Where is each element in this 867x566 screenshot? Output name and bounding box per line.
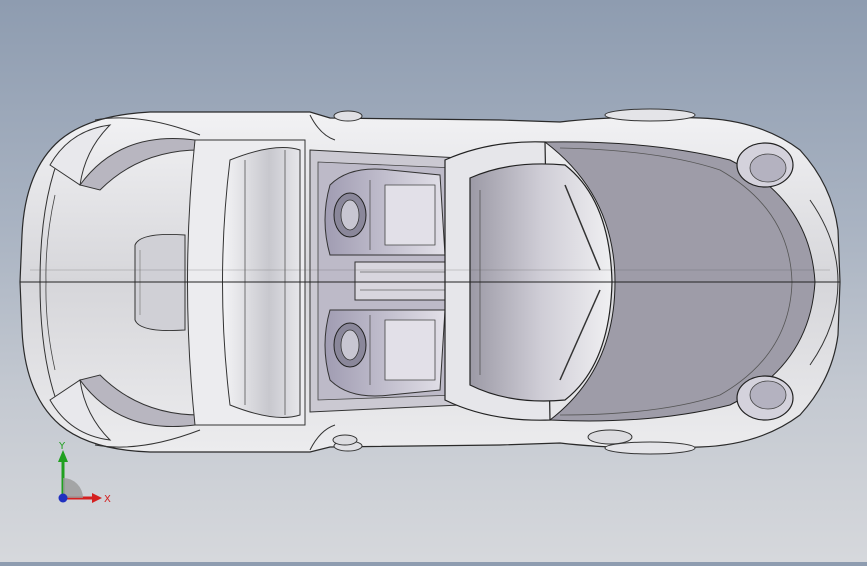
x-axis-label: X xyxy=(104,494,111,505)
center-console xyxy=(354,261,451,301)
car-model[interactable] xyxy=(0,0,867,562)
mirror-top xyxy=(333,110,363,122)
coordinate-triad: Y X xyxy=(50,440,120,510)
air-intake xyxy=(134,234,186,331)
seat-right xyxy=(324,309,446,397)
y-axis-label: Y xyxy=(58,441,66,452)
seat-left xyxy=(324,168,446,256)
windshield xyxy=(469,163,613,402)
3d-viewport[interactable]: Y X xyxy=(0,0,867,562)
